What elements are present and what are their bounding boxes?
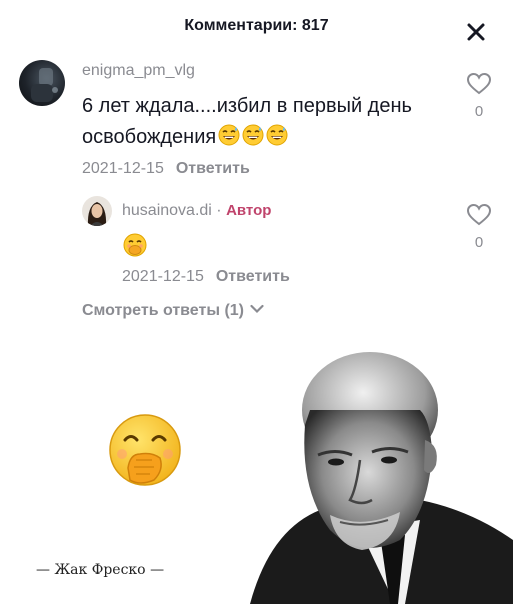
author-badge: Автор: [226, 202, 272, 219]
reply-username-row: husainova.di · Автор: [122, 202, 271, 220]
like-count: 0: [474, 103, 484, 120]
avatar[interactable]: [82, 196, 112, 226]
reply-button[interactable]: Ответить: [216, 268, 290, 285]
like-button[interactable]: 0: [464, 203, 494, 251]
heart-icon[interactable]: [466, 72, 492, 96]
grinning-sweat-emoji: [218, 124, 240, 156]
face-with-hand-over-mouth-emoji: [109, 414, 181, 486]
face-with-hand-over-mouth-emoji: [123, 233, 147, 262]
reply-button[interactable]: Ответить: [176, 160, 250, 177]
chevron-down-icon: [250, 304, 265, 314]
comment-meta: 2021-12-15 Ответить: [82, 160, 250, 178]
like-count: 0: [474, 234, 484, 251]
avatar[interactable]: [19, 60, 65, 106]
separator-dot: ·: [216, 202, 222, 219]
grinning-sweat-emoji: [266, 124, 288, 156]
heart-icon[interactable]: [466, 203, 492, 227]
elderly-man-portrait: [250, 352, 513, 604]
meme-image: — Жак Фреско —: [0, 330, 513, 604]
comment-text: 6 лет ждала....избил в первый день освоб…: [82, 91, 452, 156]
grinning-sweat-emoji: [242, 124, 264, 156]
meme-caption: — Жак Фреско —: [36, 562, 165, 578]
view-replies-button[interactable]: Смотреть ответы (1): [82, 302, 265, 320]
reply-item: husainova.di · Автор 2021-12-15 Ответить …: [0, 190, 513, 300]
reply-date: 2021-12-15: [122, 268, 204, 285]
like-button[interactable]: 0: [464, 72, 494, 120]
comment-item: enigma_pm_vlg 6 лет ждала....избил в пер…: [0, 0, 513, 190]
reply-meta: 2021-12-15 Ответить: [122, 268, 290, 286]
comment-date: 2021-12-15: [82, 160, 164, 177]
reply-username[interactable]: husainova.di: [122, 202, 212, 219]
view-replies-label: Смотреть ответы (1): [82, 302, 244, 319]
comment-username[interactable]: enigma_pm_vlg: [82, 62, 195, 80]
